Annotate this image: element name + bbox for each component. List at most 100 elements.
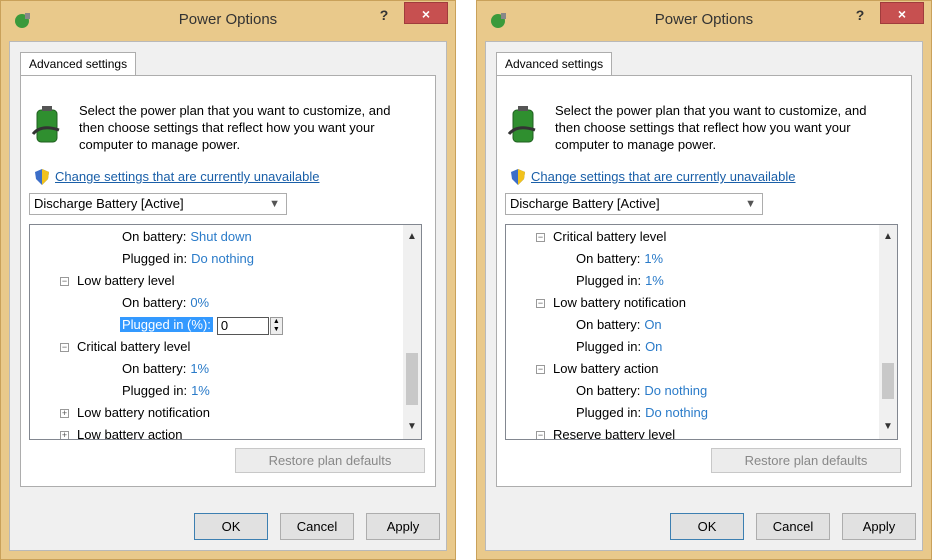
tree-row[interactable]: On battery: Shut down — [122, 226, 252, 248]
row-label: Plugged in: — [576, 273, 642, 288]
row-label: Low battery notification — [77, 405, 210, 420]
tree-row[interactable]: Plugged in: 1% — [576, 270, 664, 292]
change-settings-link[interactable]: Change settings that are currently unava… — [55, 169, 320, 184]
row-label-selected: Plugged in (%): — [120, 317, 213, 332]
chevron-down-icon: ▼ — [745, 198, 756, 210]
row-label: On battery: — [576, 383, 641, 398]
close-button[interactable]: × — [404, 2, 448, 24]
apply-button[interactable]: Apply — [366, 513, 440, 540]
tree-row[interactable]: On battery: Do nothing — [576, 380, 707, 402]
row-label: Plugged in: — [122, 383, 188, 398]
power-options-window-right: Power Options ? × Advanced settings Sele… — [476, 0, 932, 560]
collapse-icon[interactable]: − — [60, 343, 69, 353]
description-text: Select the power plan that you want to c… — [555, 103, 867, 152]
scroll-thumb[interactable] — [882, 363, 894, 399]
scroll-up-icon[interactable]: ▲ — [879, 229, 897, 245]
title-bar[interactable]: Power Options ? × — [1, 1, 455, 41]
dialog-body: Advanced settings Select the power plan … — [9, 41, 447, 551]
row-label: On battery: — [122, 361, 187, 376]
collapse-icon[interactable]: − — [536, 365, 545, 375]
row-label: Plugged in: — [576, 339, 642, 354]
cancel-button[interactable]: Cancel — [756, 513, 830, 540]
scroll-down-icon[interactable]: ▼ — [403, 419, 421, 435]
restore-plan-defaults-button[interactable]: Restore plan defaults — [235, 448, 425, 473]
collapse-icon[interactable]: − — [60, 277, 69, 287]
scroll-thumb[interactable] — [406, 353, 418, 405]
scroll-up-icon[interactable]: ▲ — [403, 229, 421, 245]
row-label: Critical battery level — [77, 339, 191, 354]
tree-row[interactable]: On battery: On — [576, 314, 662, 336]
title-bar[interactable]: Power Options ? × — [477, 1, 931, 41]
spinner-arrows-icon[interactable]: ▲ ▼ — [269, 316, 283, 335]
power-options-window-left: Power Options ? × Advanced settings Sele… — [0, 0, 456, 560]
tree-row[interactable]: Plugged in: 1% — [122, 380, 210, 402]
tree-row[interactable]: − Low battery level — [60, 270, 175, 292]
restore-plan-defaults-button[interactable]: Restore plan defaults — [711, 448, 901, 473]
row-value-link[interactable]: Do nothing — [644, 383, 707, 398]
dialog-body: Advanced settings Select the power plan … — [485, 41, 923, 551]
cancel-button[interactable]: Cancel — [280, 513, 354, 540]
row-value-link[interactable]: 1% — [190, 361, 209, 376]
row-value-link[interactable]: 1% — [191, 383, 210, 398]
row-label: Low battery action — [77, 427, 183, 439]
row-label: On battery: — [122, 229, 187, 244]
row-value-link[interactable]: Do nothing — [191, 251, 254, 266]
power-plan-dropdown[interactable]: Discharge Battery [Active] ▼ — [505, 193, 763, 215]
row-label: On battery: — [122, 295, 187, 310]
scroll-down-icon[interactable]: ▼ — [879, 419, 897, 435]
collapse-icon[interactable]: − — [536, 233, 545, 243]
tree-row[interactable]: − Low battery notification — [536, 292, 686, 314]
tree-row[interactable]: − Low battery action — [536, 358, 659, 380]
tree-row-editing[interactable]: Plugged in (%): 0 ▲ ▼ — [120, 314, 283, 336]
uac-shield-icon — [511, 169, 525, 185]
tree-row[interactable]: − Critical battery level — [60, 336, 190, 358]
ok-button[interactable]: OK — [670, 513, 744, 540]
vertical-scrollbar[interactable]: ▲ ▼ — [879, 225, 897, 439]
apply-button[interactable]: Apply — [842, 513, 916, 540]
tree-row[interactable]: Plugged in: Do nothing — [576, 402, 708, 424]
power-plan-dropdown[interactable]: Discharge Battery [Active] ▼ — [29, 193, 287, 215]
row-value-link[interactable]: Shut down — [190, 229, 251, 244]
row-value-link[interactable]: 1% — [645, 273, 664, 288]
tree-row[interactable]: − Critical battery level — [536, 226, 666, 248]
collapse-icon[interactable]: − — [536, 299, 545, 309]
tree-row[interactable]: On battery: 1% — [576, 248, 663, 270]
row-value-link[interactable]: Do nothing — [645, 405, 708, 420]
tree-row[interactable]: − Reserve battery level — [536, 424, 675, 439]
row-label: On battery: — [576, 251, 641, 266]
row-label: Plugged in: — [576, 405, 642, 420]
row-value-link[interactable]: 0% — [190, 295, 209, 310]
expand-icon[interactable]: + — [60, 431, 69, 439]
plugged-in-percent-input[interactable]: 0 — [216, 316, 269, 335]
expand-icon[interactable]: + — [60, 409, 69, 419]
ok-button[interactable]: OK — [194, 513, 268, 540]
close-button[interactable]: × — [880, 2, 924, 24]
uac-shield-icon — [35, 169, 49, 185]
row-label: Critical battery level — [553, 229, 667, 244]
row-label: Low battery level — [77, 273, 175, 288]
collapse-icon[interactable]: − — [536, 431, 545, 439]
description-text: Select the power plan that you want to c… — [79, 103, 391, 152]
advanced-settings-panel: Select the power plan that you want to c… — [20, 75, 436, 487]
tree-row[interactable]: Plugged in: On — [576, 336, 662, 358]
help-button[interactable]: ? — [845, 3, 875, 27]
tree-row[interactable]: + Low battery notification — [60, 402, 210, 424]
chevron-down-icon: ▼ — [269, 198, 280, 210]
help-button[interactable]: ? — [369, 3, 399, 27]
row-value-link[interactable]: On — [644, 317, 661, 332]
settings-tree: − Critical battery level On battery: 1% Pl… — [505, 224, 898, 440]
vertical-scrollbar[interactable]: ▲ ▼ — [403, 225, 421, 439]
tree-row[interactable]: On battery: 0% — [122, 292, 209, 314]
tab-advanced-settings[interactable]: Advanced settings — [496, 52, 613, 76]
advanced-settings-panel: Select the power plan that you want to c… — [496, 75, 912, 487]
row-label: Plugged in: — [122, 251, 188, 266]
row-value-link[interactable]: On — [645, 339, 662, 354]
plan-selected-value: Discharge Battery [Active] — [34, 196, 184, 211]
row-value-link[interactable]: 1% — [644, 251, 663, 266]
tree-row[interactable]: On battery: 1% — [122, 358, 209, 380]
row-label: Low battery notification — [553, 295, 686, 310]
tree-row[interactable]: + Low battery action — [60, 424, 183, 439]
change-settings-link[interactable]: Change settings that are currently unava… — [531, 169, 796, 184]
tab-advanced-settings[interactable]: Advanced settings — [20, 52, 137, 76]
tree-row[interactable]: Plugged in: Do nothing — [122, 248, 254, 270]
